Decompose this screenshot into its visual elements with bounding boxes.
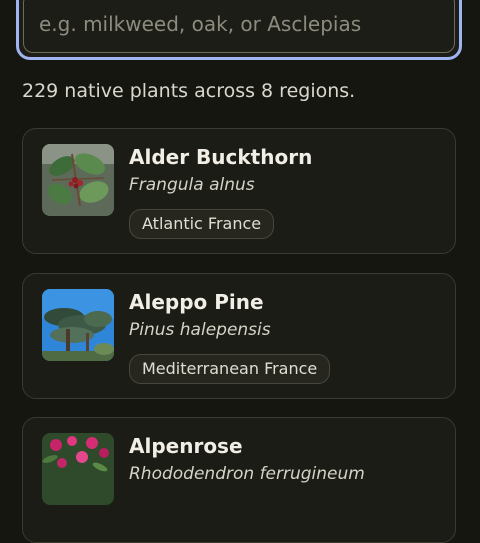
plant-card[interactable]: Alpenrose Rhododendron ferrugineum	[22, 417, 456, 543]
plant-thumbnail	[42, 433, 114, 505]
plant-common-name: Aleppo Pine	[129, 290, 264, 314]
region-chip[interactable]: Mediterranean France	[129, 354, 331, 384]
plant-common-name: Alpenrose	[129, 434, 243, 458]
plant-card[interactable]: Alder Buckthorn Frangula alnus Atlantic …	[22, 128, 456, 254]
region-chip[interactable]: Atlantic France	[129, 209, 275, 239]
plant-scientific-name: Pinus halepensis	[129, 320, 271, 340]
search-input[interactable]	[39, 9, 419, 39]
plant-scientific-name: Frangula alnus	[129, 175, 255, 195]
results-summary: 229 native plants across 8 regions.	[22, 80, 356, 102]
plant-thumbnail	[42, 289, 114, 361]
plant-thumbnail	[42, 144, 114, 216]
search-box[interactable]	[16, 0, 462, 60]
plant-common-name: Alder Buckthorn	[129, 145, 313, 169]
plant-card[interactable]: Aleppo Pine Pinus halepensis Mediterrane…	[22, 273, 456, 399]
plant-scientific-name: Rhododendron ferrugineum	[129, 464, 365, 484]
